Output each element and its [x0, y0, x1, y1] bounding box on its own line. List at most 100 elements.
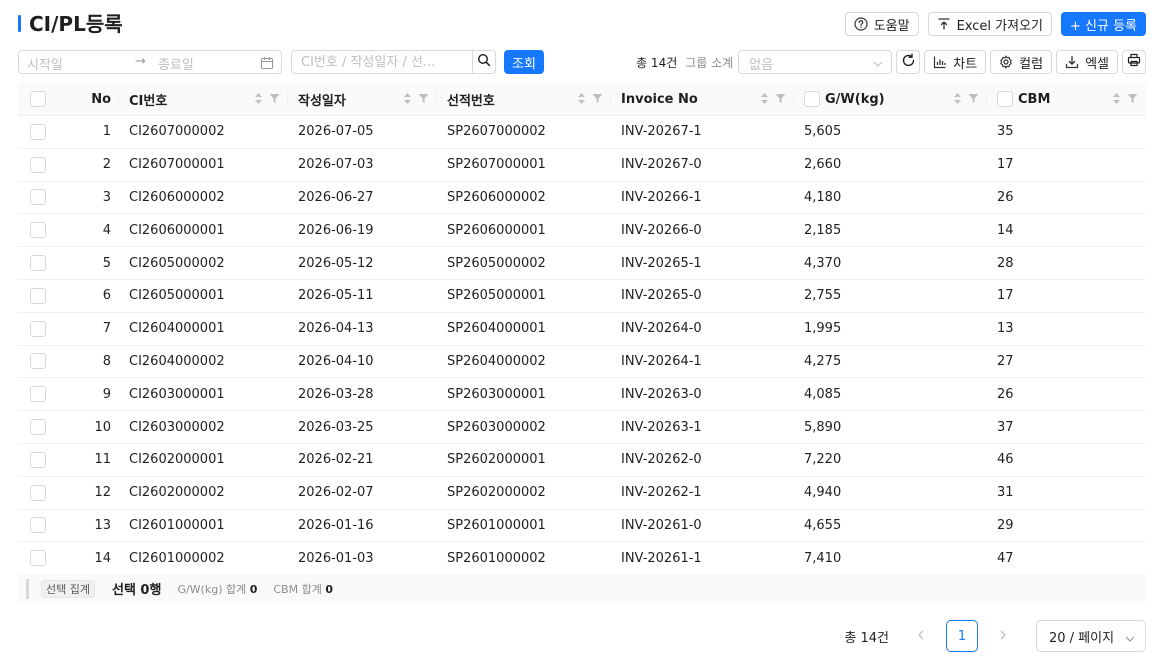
filter-icon[interactable] [775, 93, 786, 108]
cell-date: 2026-06-19 [298, 222, 374, 238]
row-checkbox[interactable] [30, 419, 46, 436]
table-row[interactable]: 7 CI2604000001 2026-04-13 SP2604000001 I… [18, 313, 1146, 346]
cell-invoice-no: INV-20265-1 [621, 255, 702, 271]
row-checkbox[interactable] [30, 156, 46, 173]
filter-icon[interactable] [269, 93, 280, 108]
group-subtotal-select[interactable]: 없음 [738, 50, 893, 74]
next-page-button[interactable] [987, 629, 1019, 644]
cell-invoice-no: INV-20264-1 [621, 353, 702, 369]
row-checkbox[interactable] [30, 222, 46, 239]
row-checkbox[interactable] [30, 255, 46, 272]
header-date[interactable]: 작성일자 [288, 83, 437, 115]
cell-ci-number: CI2601000002 [129, 550, 225, 566]
cell-date: 2026-05-11 [298, 288, 374, 304]
excel-import-button[interactable]: Excel 가져오기 [927, 12, 1052, 36]
row-checkbox[interactable] [30, 320, 46, 337]
filter-icon[interactable] [592, 93, 603, 108]
header-no: No [58, 83, 119, 115]
table-row[interactable]: 11 CI2602000001 2026-02-21 SP2602000001 … [18, 444, 1146, 477]
table-row[interactable]: 14 CI2601000002 2026-01-03 SP2601000002 … [18, 542, 1146, 576]
help-button[interactable]: 도움말 [844, 12, 919, 36]
cell-ci-number: CI2604000002 [129, 353, 225, 369]
table-row[interactable]: 13 CI2601000001 2026-01-16 SP2601000001 … [18, 510, 1146, 543]
row-checkbox[interactable] [30, 484, 46, 501]
chart-button[interactable]: 차트 [924, 50, 987, 74]
date-range-picker[interactable]: 시작일 → 종료일 [18, 50, 282, 74]
header-gross-weight[interactable]: G/W(kg) [794, 83, 987, 115]
table-row[interactable]: 5 CI2605000002 2026-05-12 SP2605000002 I… [18, 247, 1146, 280]
cell-gross-weight: 5,890 [804, 419, 842, 435]
cell-date: 2026-06-27 [298, 189, 374, 205]
table-row[interactable]: 6 CI2605000001 2026-05-11 SP2605000001 I… [18, 280, 1146, 313]
row-checkbox[interactable] [30, 353, 46, 370]
header-invoice-no[interactable]: Invoice No [611, 83, 794, 115]
download-icon [1065, 55, 1079, 69]
header-shipment-number[interactable]: 선적번호 [437, 83, 611, 115]
bar-chart-icon [933, 55, 947, 69]
cell-date: 2026-02-21 [298, 452, 374, 468]
header-ci-number[interactable]: CI번호 [119, 83, 288, 115]
row-checkbox[interactable] [30, 287, 46, 304]
table-row[interactable]: 12 CI2602000002 2026-02-07 SP2602000002 … [18, 477, 1146, 510]
table-row[interactable]: 2 CI2607000001 2026-07-03 SP2607000001 I… [18, 149, 1146, 182]
table-row[interactable]: 1 CI2607000002 2026-07-05 SP2607000002 I… [18, 116, 1146, 149]
cell-ci-number: CI2607000002 [129, 124, 225, 140]
cell-shipment-number: SP2604000002 [447, 353, 546, 369]
cell-shipment-number: SP2605000002 [447, 255, 546, 271]
excel-export-label: 엑셀 [1085, 56, 1109, 72]
cell-gross-weight: 4,275 [804, 353, 842, 369]
filter-icon[interactable] [418, 93, 429, 108]
cell-ci-number: CI2604000001 [129, 321, 225, 337]
table-row[interactable]: 9 CI2603000001 2026-03-28 SP2603000001 I… [18, 378, 1146, 412]
sort-icon[interactable] [953, 92, 962, 109]
search-button[interactable] [472, 50, 496, 74]
query-button[interactable]: 조회 [504, 50, 544, 74]
cell-cbm: 13 [997, 321, 1014, 337]
gw-sum-checkbox[interactable] [804, 91, 820, 107]
row-checkbox[interactable] [30, 517, 46, 534]
title-accent-bar [18, 15, 21, 32]
page-size-select[interactable]: 20 / 페이지 [1036, 620, 1146, 652]
print-button[interactable] [1122, 50, 1146, 74]
cell-ci-number: CI2603000002 [129, 419, 225, 435]
excel-export-button[interactable]: 엑셀 [1056, 50, 1118, 74]
filter-icon[interactable] [968, 93, 979, 108]
sort-icon[interactable] [254, 92, 263, 109]
sort-icon[interactable] [760, 92, 769, 109]
filter-icon[interactable] [1127, 93, 1138, 108]
row-checkbox[interactable] [30, 386, 46, 403]
search-input[interactable] [291, 50, 472, 74]
cell-shipment-number: SP2606000002 [447, 189, 546, 205]
prev-page-button[interactable] [905, 629, 937, 644]
gw-sum: G/W(kg) 합계 0 [177, 581, 257, 597]
row-checkbox[interactable] [30, 550, 46, 567]
page-1-button[interactable]: 1 [946, 620, 978, 652]
column-settings-label: 컬럼 [1019, 56, 1044, 72]
column-settings-button[interactable]: 컬럼 [990, 50, 1053, 74]
select-all-checkbox[interactable] [30, 91, 46, 107]
row-checkbox[interactable] [30, 451, 46, 468]
end-date-input[interactable]: 종료일 [158, 54, 194, 73]
cbm-sum-checkbox[interactable] [997, 91, 1013, 107]
cell-cbm: 26 [997, 386, 1014, 402]
start-date-input[interactable]: 시작일 [27, 54, 63, 73]
sort-icon[interactable] [1112, 92, 1121, 109]
sort-icon[interactable] [577, 92, 586, 109]
help-icon [854, 17, 868, 31]
cell-gross-weight: 4,180 [804, 189, 842, 205]
refresh-button[interactable] [896, 50, 921, 74]
new-register-button[interactable]: + 신규 등록 [1061, 12, 1146, 36]
header-cbm[interactable]: CBM [987, 83, 1146, 115]
row-checkbox[interactable] [30, 123, 46, 140]
sort-icon[interactable] [403, 92, 412, 109]
table-row[interactable]: 4 CI2606000001 2026-06-19 SP2606000001 I… [18, 214, 1146, 248]
pagination-total: 총 14건 [844, 630, 889, 646]
cell-cbm: 27 [997, 353, 1014, 369]
row-checkbox[interactable] [30, 189, 46, 206]
cell-shipment-number: SP2604000001 [447, 321, 546, 337]
table-row[interactable]: 8 CI2604000002 2026-04-10 SP2604000002 I… [18, 346, 1146, 379]
table-row[interactable]: 10 CI2603000002 2026-03-25 SP2603000002 … [18, 411, 1146, 444]
summary-tag: 선택 집계 [41, 579, 95, 598]
cell-no: 11 [94, 452, 111, 468]
table-row[interactable]: 3 CI2606000002 2026-06-27 SP2606000002 I… [18, 182, 1146, 215]
